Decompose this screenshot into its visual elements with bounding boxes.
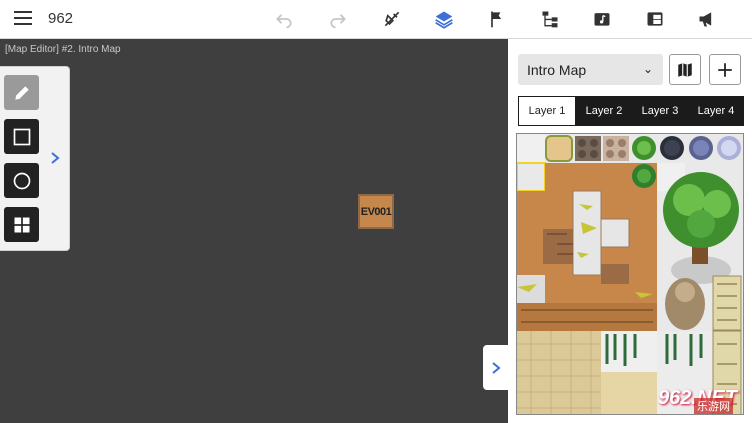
- tileset-sidebar: Intro Map ⌄ Layer 1 Layer 2 Layer 3 Laye…: [508, 39, 752, 423]
- map-selector[interactable]: Intro Map ⌄: [518, 54, 663, 85]
- tab-layer-4[interactable]: Layer 4: [688, 96, 744, 126]
- editor-breadcrumb: [Map Editor] #2. Intro Map: [5, 44, 121, 55]
- map-canvas[interactable]: [Map Editor] #2. Intro Map EV001: [0, 39, 509, 423]
- undo-icon[interactable]: [272, 8, 296, 30]
- plus-icon: [718, 62, 732, 77]
- tab-layer-1[interactable]: Layer 1: [518, 96, 576, 126]
- megaphone-icon[interactable]: [695, 8, 719, 30]
- event-marker[interactable]: EV001: [358, 194, 394, 229]
- event-label: EV001: [360, 205, 392, 218]
- expand-sidebar-button[interactable]: [483, 345, 509, 390]
- menu-icon[interactable]: [14, 11, 32, 27]
- rectangle-icon: [13, 128, 30, 145]
- map-view-button[interactable]: [669, 54, 701, 85]
- flag-icon[interactable]: [485, 8, 509, 30]
- tileset-palette[interactable]: 962.NET 乐游网: [516, 133, 744, 415]
- chevron-down-icon: ⌄: [642, 62, 653, 76]
- grid-icon: [14, 217, 29, 232]
- map-icon: [678, 62, 692, 77]
- fill-tool[interactable]: [4, 207, 39, 242]
- layers-icon[interactable]: [432, 8, 456, 30]
- music-icon[interactable]: [590, 8, 614, 30]
- add-map-button[interactable]: [709, 54, 741, 85]
- app-title: 962: [48, 10, 74, 27]
- ellipse-tool[interactable]: [4, 163, 39, 198]
- chevron-right-icon: [492, 361, 501, 374]
- tool-panel: [0, 66, 70, 251]
- layer-tabs: Layer 1 Layer 2 Layer 3 Layer 4: [518, 96, 744, 126]
- eraser-icon[interactable]: [380, 8, 404, 30]
- tileset-image: [517, 134, 743, 414]
- pencil-tool[interactable]: [4, 75, 39, 110]
- pencil-icon: [14, 85, 29, 100]
- circle-icon: [13, 172, 30, 189]
- chevron-right-icon[interactable]: [48, 151, 62, 165]
- rectangle-tool[interactable]: [4, 119, 39, 154]
- tree-icon[interactable]: [538, 8, 562, 30]
- tab-layer-2[interactable]: Layer 2: [576, 96, 632, 126]
- top-toolbar: 962: [0, 0, 752, 39]
- tab-layer-3[interactable]: Layer 3: [632, 96, 688, 126]
- redo-icon[interactable]: [326, 8, 350, 30]
- watermark-subtitle: 乐游网: [694, 398, 733, 414]
- map-selector-value: Intro Map: [527, 62, 587, 78]
- window-icon[interactable]: [643, 8, 667, 30]
